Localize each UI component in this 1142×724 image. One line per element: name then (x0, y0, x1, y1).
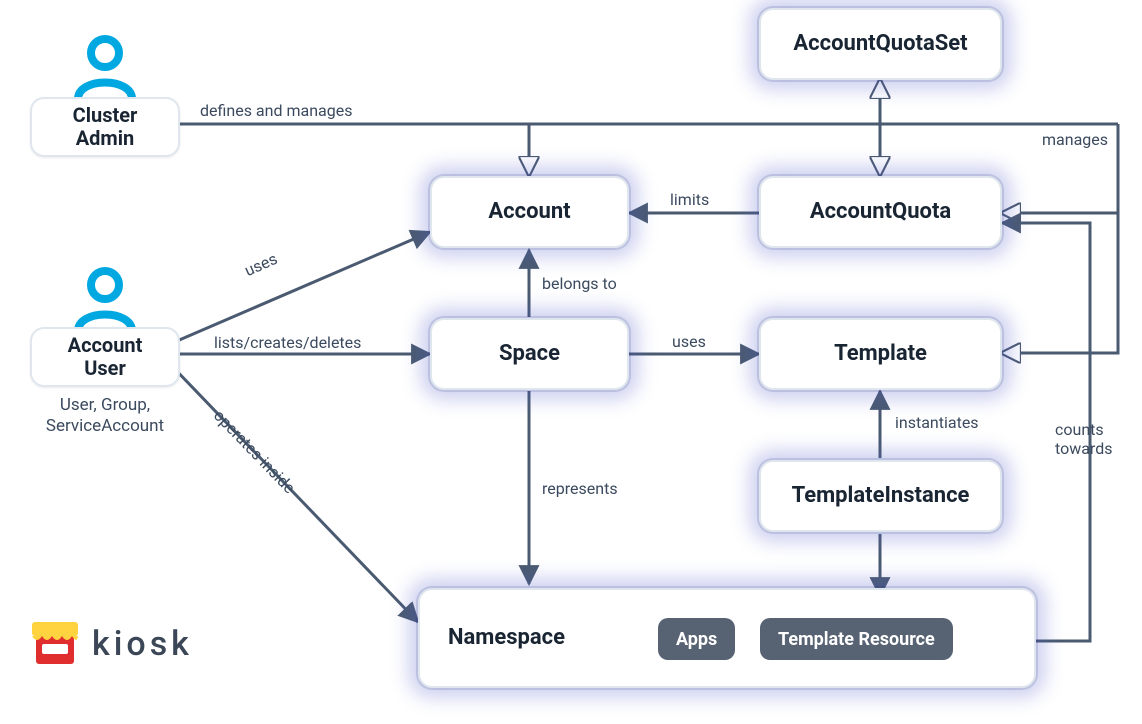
actor-cluster-admin: Cluster Admin (30, 97, 180, 157)
node-label: AccountQuota (810, 199, 951, 224)
node-label: TemplateInstance (792, 483, 970, 508)
edge-uses-account: uses (242, 249, 281, 280)
user-icon (68, 265, 142, 333)
node-template: Template (759, 318, 1002, 390)
edge-uses-template: uses (672, 332, 706, 351)
actor-account-user-subtext: User, Group, ServiceAccount (40, 395, 170, 438)
node-space: Space (430, 318, 629, 390)
node-account-quota-set: AccountQuotaSet (759, 8, 1002, 80)
node-label: AccountQuotaSet (793, 31, 967, 56)
edge-instantiates: instantiates (895, 413, 979, 432)
edge-defines-manages: defines and manages (200, 101, 352, 120)
chip-label: Apps (676, 629, 717, 650)
chip-template-resource: Template Resource (760, 618, 953, 660)
user-icon (68, 33, 142, 101)
edge-lcd: lists/creates/deletes (214, 333, 361, 352)
chip-apps: Apps (658, 618, 735, 660)
edge-manages: manages (1042, 130, 1108, 149)
node-account: Account (430, 176, 629, 248)
kiosk-icon (32, 622, 78, 666)
edge-belongs-to: belongs to (542, 274, 617, 293)
edge-operates-inside: operates inside (210, 406, 299, 498)
edge-limits: limits (670, 190, 709, 209)
node-label: Template (834, 341, 927, 366)
actor-account-user: Account User (30, 327, 180, 387)
kiosk-brand: kiosk (32, 622, 193, 666)
node-label: Namespace (448, 625, 565, 650)
actor-label: Cluster Admin (73, 104, 138, 150)
edge-represents: represents (542, 479, 618, 498)
node-template-instance: TemplateInstance (759, 460, 1002, 532)
chip-label: Template Resource (778, 629, 935, 650)
node-label: Account (488, 199, 570, 224)
actor-label: Account User (68, 334, 143, 380)
edge-counts-towards: counts towards (1055, 420, 1112, 458)
kiosk-word: kiosk (92, 624, 193, 664)
node-account-quota: AccountQuota (759, 176, 1002, 248)
node-label: Space (499, 341, 560, 366)
